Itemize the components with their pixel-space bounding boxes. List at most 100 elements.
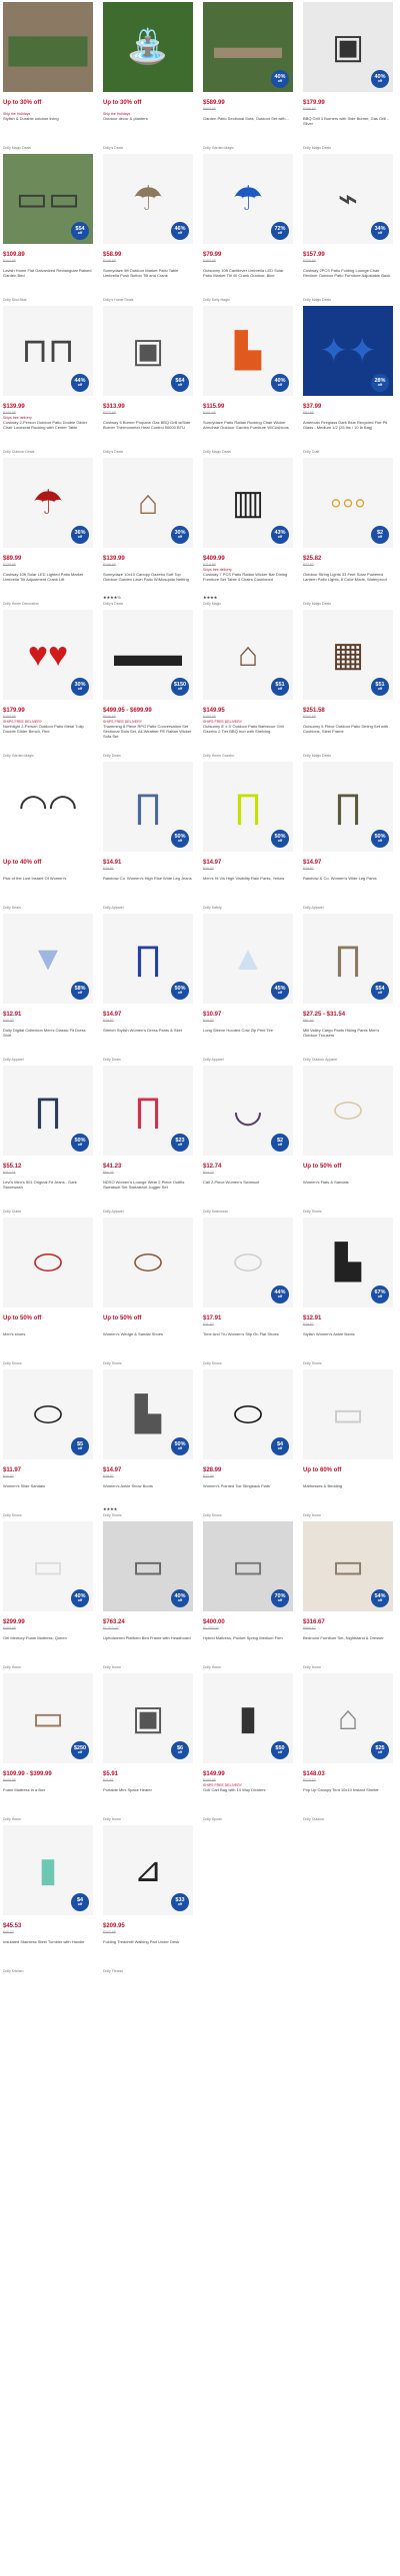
product-card[interactable]: ∏ $54 off $27.25 - $31.54 $81.54 Mill Valley … xyxy=(300,912,400,1064)
product-title[interactable]: Rainbow & Co. Women's Wide Leg Pants xyxy=(303,876,393,898)
product-image[interactable]: ⌂ 30% off xyxy=(103,458,193,548)
product-title[interactable]: Northlight 2-Person Outdoor Patio Metal … xyxy=(3,724,93,746)
product-image[interactable]: ▭ 40% off xyxy=(3,1521,93,1611)
product-image[interactable]: ▥ 43% off xyxy=(203,458,293,548)
product-title[interactable]: Pop Up Canopy Tent 10x10 Instant Shelter xyxy=(303,1787,393,1809)
product-image[interactable]: ⊿ $33 off xyxy=(103,1825,193,1915)
product-title[interactable]: NDSO Women's Lounge Wear 2 Piece Outfits… xyxy=(103,1180,193,1202)
product-card[interactable]: ⛲ Up to 30% off Ship the Holidays Outdoor d… xyxy=(100,0,200,152)
product-card[interactable]: ⬭ Up to 50% off Women's Wedge & Sandal Sho… xyxy=(100,1216,200,1367)
product-image[interactable]: ∏ 50% off xyxy=(103,762,193,852)
product-title[interactable]: Costway 2PCS Patio Folding Lounge Chair … xyxy=(303,268,393,290)
product-title[interactable]: Costway 10ft Solar LED Lighted Patio Mar… xyxy=(3,572,93,594)
product-title[interactable]: Portable Mini Space Heater xyxy=(103,1787,193,1809)
product-card[interactable]: ▭ $250 off $109.99 - $399.99 $649.99 Foam Mat… xyxy=(0,1671,100,1823)
product-image[interactable]: ▭ $250 off xyxy=(3,1673,93,1763)
product-title[interactable]: Outsunny 8' x 5' Outdoor Patio Barbecue … xyxy=(203,724,293,746)
product-image[interactable]: ▭ 70% off xyxy=(203,1521,293,1611)
product-card[interactable]: ∏ $23 off $41.23 $64.23 NDSO Women's Lounge W… xyxy=(100,1064,200,1216)
product-image[interactable]: ⌁ 34% off xyxy=(303,154,393,244)
product-card[interactable]: ▆▆▆ Up to 30% off Ship the Holidays Stylish… xyxy=(0,0,100,152)
product-image[interactable]: ▆▆▆ xyxy=(3,2,93,92)
product-card[interactable]: ♥♥ 30% off $179.99 $259.99 SHIPS FREE DELIVER… xyxy=(0,608,100,760)
product-image[interactable]: ⛲ xyxy=(103,2,193,92)
product-card[interactable]: ▦ $51 off $251.58 $302.58 Outsunny 5 Piece Ou… xyxy=(300,608,400,760)
product-title[interactable]: Outsunny 5 Piece Outdoor Patio Dining Se… xyxy=(303,724,393,746)
product-title[interactable]: Foam Mattress in a Box xyxy=(3,1787,93,1809)
product-title[interactable]: Stylish Women's Ankle Boots xyxy=(303,1331,393,1353)
product-title[interactable]: Thamming 8 Piece RPG Patio Conversation … xyxy=(103,724,193,746)
product-card[interactable]: ⊓⊓ 44% off $139.99 $249.99 Ships free deliver… xyxy=(0,304,100,456)
product-title[interactable]: Stretch Stylish Women's Dress Pants & Sk… xyxy=(103,1028,193,1050)
product-title[interactable]: Sunnydaze Patio Rattan Rocking Chair Wic… xyxy=(203,420,293,442)
product-image[interactable]: ⬭ $5 off xyxy=(3,1369,93,1459)
product-card[interactable]: ⬭ 44% off $17.91 $31.97 Time And Tru Women's … xyxy=(200,1216,300,1367)
product-image[interactable]: ▭ xyxy=(303,1369,393,1459)
product-title[interactable]: Lavish Home Flat Galvanized Rectangular … xyxy=(3,268,93,290)
product-image[interactable]: ▙ 40% off xyxy=(203,306,293,396)
product-card[interactable]: ▭ 70% off $400.00 $1,333.00 Hybrid Mattress, … xyxy=(200,1519,300,1671)
product-title[interactable]: Hybrid Mattress, Pocket Spring Medium Fi… xyxy=(203,1635,293,1657)
product-card[interactable]: ▬▬ $150 off $499.95 - $699.99 $649.95 SHIPS F… xyxy=(100,608,200,760)
product-title[interactable]: Mattresses & Bedding xyxy=(303,1483,393,1505)
product-image[interactable]: ▭ 40% off xyxy=(103,1521,193,1611)
product-title[interactable]: Women's Ankle Snow Boots xyxy=(103,1483,193,1505)
product-title[interactable]: Golf Cart Bag with 14 Way Dividers xyxy=(203,1787,293,1809)
product-title[interactable]: Rainbow Co. Women's High Rise Wide Leg J… xyxy=(103,876,193,898)
product-image[interactable]: ⬭ xyxy=(303,1066,393,1156)
product-image[interactable]: ▼ 58% off xyxy=(3,914,93,1004)
product-card[interactable]: ▣ $64 off $313.99 $377.99 Costway 5 Burner Pr… xyxy=(100,304,200,456)
product-title[interactable]: Costway 5 Burner Propane Gas BBQ Grill w… xyxy=(103,420,193,442)
product-image[interactable]: ∏ 50% off xyxy=(203,762,293,852)
product-image[interactable]: ♥♥ 30% off xyxy=(3,610,93,700)
product-title[interactable]: Folding Treadmill Walking Pad Under Desk xyxy=(103,1939,193,1961)
product-image[interactable]: ⬭ xyxy=(3,1218,93,1307)
product-image[interactable]: ⬭ $4 off xyxy=(203,1369,293,1459)
product-image[interactable]: ◠◠ xyxy=(3,762,93,852)
product-title[interactable]: Long Sleeve Hooded Cow Zip Print Tee xyxy=(203,1028,293,1050)
product-title[interactable]: Outsunny 10ft Cantilever Umbrella LED So… xyxy=(203,268,293,290)
product-image[interactable]: ▬▬ $150 off xyxy=(103,610,193,700)
product-card[interactable]: ▣ 40% off $179.99 $299.99 BBQ Grill 3 Burners… xyxy=(300,0,400,152)
product-image[interactable]: ▭ 54% off xyxy=(303,1521,393,1611)
product-title[interactable]: Men's shoes xyxy=(3,1331,93,1353)
product-image[interactable]: ⬭ 44% off xyxy=(203,1218,293,1307)
product-image[interactable]: ▣ $64 off xyxy=(103,306,193,396)
product-card[interactable]: ∏ 50% off $55.12 $110.24 Levi's Men's 501 Ori… xyxy=(0,1064,100,1216)
product-title[interactable]: Women's Slide Sandals xyxy=(3,1483,93,1505)
product-title[interactable]: Insulated Stainless Steel Tumbler with H… xyxy=(3,1939,93,1961)
product-title[interactable]: Costway 2-Person Outdoor Patio Double Gl… xyxy=(3,420,93,442)
product-card[interactable]: ▙ 50% off $14.97 $29.97 Women's Ankle Snow Bo… xyxy=(100,1367,200,1519)
product-title[interactable]: Gel Memory Foam Mattress, Queen xyxy=(3,1635,93,1657)
product-image[interactable]: ⬭ xyxy=(103,1218,193,1307)
product-image[interactable]: ▬▬ 40% off xyxy=(203,2,293,92)
product-image[interactable]: ▙ 50% off xyxy=(103,1369,193,1459)
product-card[interactable]: ☂ 36% off $89.99 $139.99 Costway 10ft Solar L… xyxy=(0,456,100,608)
product-title[interactable]: Sunnydaze 9ft Outdoor Market Patio Table… xyxy=(103,268,193,290)
product-title[interactable]: Men's Hi Vis High Visibility Rain Pants,… xyxy=(203,876,293,898)
product-card[interactable]: ▣ $6 off $5.91 $11.91 Portable Mini Space Hea… xyxy=(100,1671,200,1823)
product-card[interactable]: ∏ 50% off $14.91 $29.81 Rainbow Co. Women's H… xyxy=(100,760,200,912)
product-card[interactable]: ⬭ Up to 50% off Men's shoes Dolly Shoes xyxy=(0,1216,100,1367)
product-image[interactable]: ✦✦ 28% off xyxy=(303,306,393,396)
product-image[interactable]: ▭▭ $54 off xyxy=(3,154,93,244)
product-title[interactable]: American Fireglass Dark Blue Recycled Fi… xyxy=(303,420,393,442)
product-card[interactable]: ▬▬ 40% off $589.99 $999.99 Garden Patio Secti… xyxy=(200,0,300,152)
product-card[interactable]: ☂ 72% off $79.99 $289.99 Outsunny 10ft Cantil… xyxy=(200,152,300,304)
product-image[interactable]: ▣ $6 off xyxy=(103,1673,193,1763)
product-card[interactable]: ∏ 50% off $14.97 $29.97 Stretch Stylish Women… xyxy=(100,912,200,1064)
product-card[interactable]: ⬭ $5 off $11.97 $16.97 Women's Slide Sandals D… xyxy=(0,1367,100,1519)
product-title[interactable]: BBQ Grill 3 Burners with Side Burner, Ga… xyxy=(303,116,393,138)
product-image[interactable]: ∏ 50% off xyxy=(303,762,393,852)
product-card[interactable]: ▥ 43% off $409.99 $719.99 Ships free delivery… xyxy=(200,456,300,608)
product-card[interactable]: ∏ 50% off $14.97 $29.97 Men's Hi Vis High Vis… xyxy=(200,760,300,912)
product-title[interactable]: Stylish & Durable outdoor living xyxy=(3,116,93,138)
product-image[interactable]: ☂ 46% off xyxy=(103,154,193,244)
product-image[interactable]: ▙ 67% off xyxy=(303,1218,393,1307)
product-card[interactable]: ⬭ Up to 50% off Women's Flats & Sandals Dol… xyxy=(300,1064,400,1216)
product-image[interactable]: ▮ $4 off xyxy=(3,1825,93,1915)
product-card[interactable]: ⊿ $33 off $209.95 $242.95 Folding Treadmill W… xyxy=(100,1823,200,1975)
product-card[interactable]: ✦✦ 28% off $37.99 $52.99 American Fireglass D… xyxy=(300,304,400,456)
product-image[interactable]: ◦◦◦ $2 off xyxy=(303,458,393,548)
product-card[interactable]: ▭▭ $54 off $109.89 $164.99 Lavish Home Flat G… xyxy=(0,152,100,304)
